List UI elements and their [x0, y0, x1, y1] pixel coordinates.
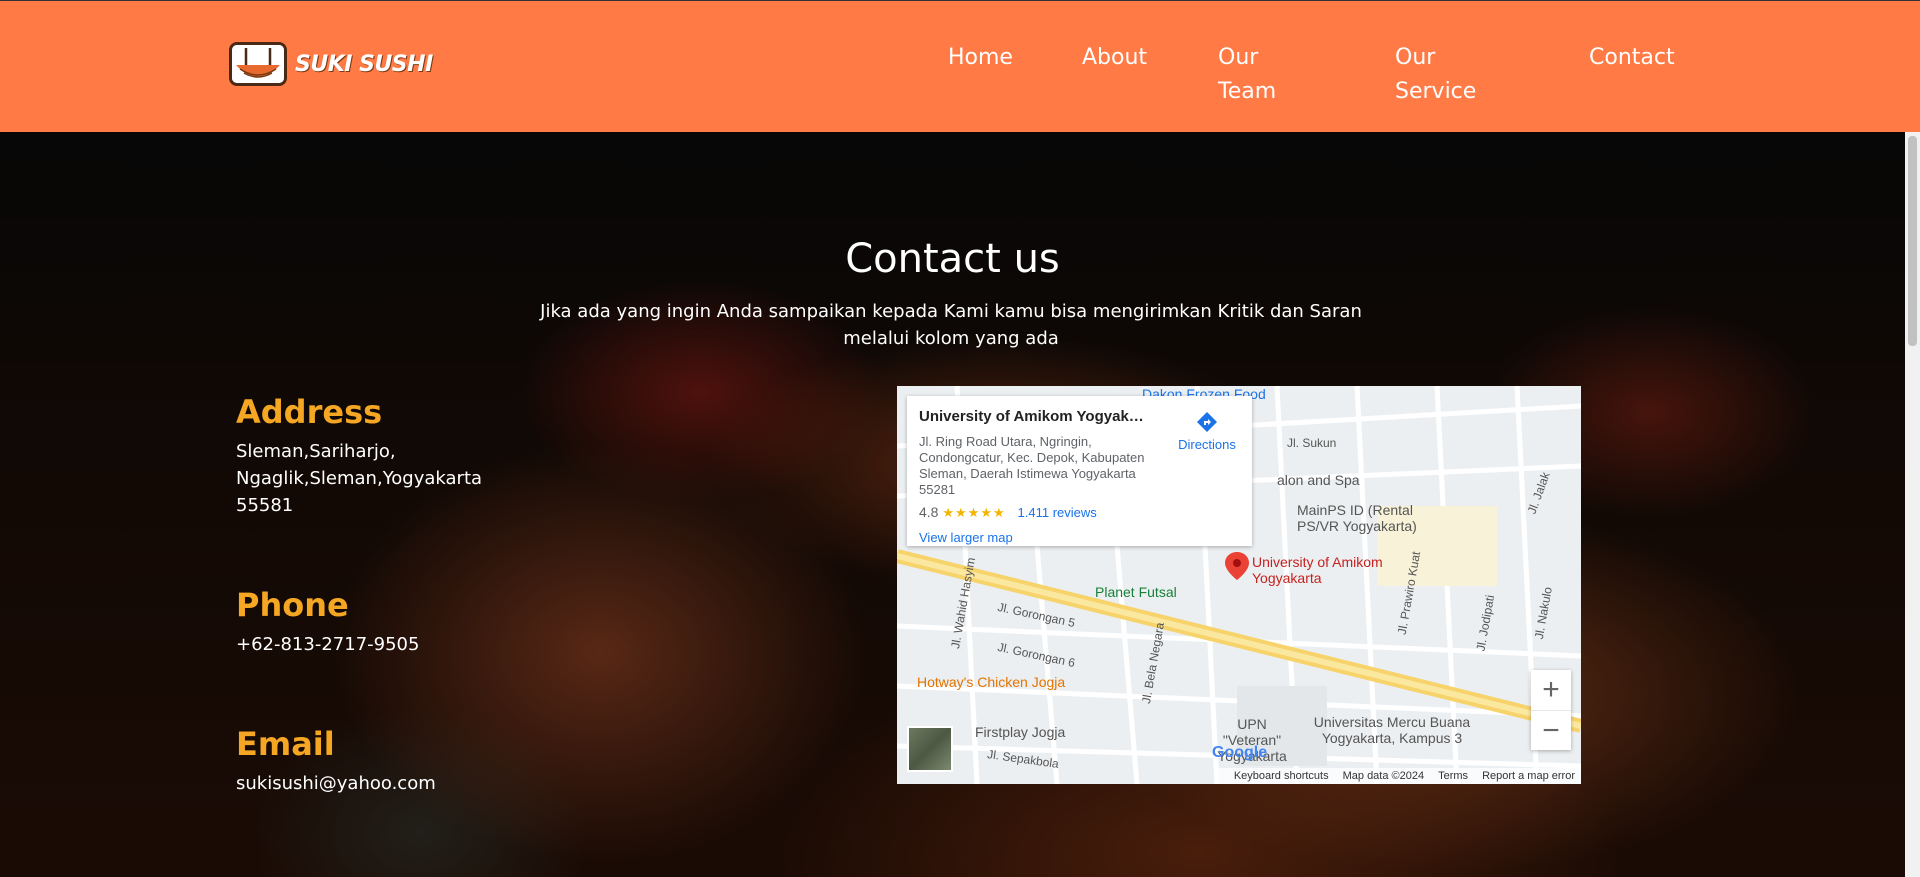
report-map-error-link[interactable]: Report a map error [1482, 768, 1575, 784]
nav-our-service[interactable]: Our Service [1395, 41, 1476, 109]
place-planet-futsal[interactable]: Planet Futsal [1095, 584, 1177, 600]
scrollbar-thumb[interactable] [1908, 136, 1917, 346]
map-place-address: Jl. Ring Road Utara, Ngringin, Condongca… [919, 434, 1145, 497]
nav-our-team[interactable]: Our Team [1218, 41, 1276, 109]
map-rating-value: 4.8 [919, 504, 939, 520]
phone-section: Phone +62-813-2717-9505 [236, 585, 496, 658]
keyboard-shortcuts-link[interactable]: Keyboard shortcuts [1234, 768, 1329, 784]
brand-name: SUKI SUSHI [295, 51, 433, 77]
nav-about[interactable]: About [1082, 41, 1147, 75]
place-firstplay[interactable]: Firstplay Jogja [975, 724, 1065, 740]
page-subtitle: Jika ada yang ingin Anda sampaikan kepad… [540, 301, 1362, 349]
map-reviews-link[interactable]: 1.411 reviews [1018, 505, 1097, 520]
map-place-card: University of Amikom Yogyak… Jl. Ring Ro… [907, 396, 1252, 546]
place-mercu-buana[interactable]: Universitas Mercu Buana Yogyakarta, Kamp… [1307, 714, 1477, 746]
place-salon[interactable]: alon and Spa [1277, 472, 1360, 488]
location-pin-icon[interactable] [1225, 552, 1249, 580]
email-heading: Email [236, 725, 335, 763]
phone-heading: Phone [236, 586, 349, 624]
directions-button[interactable]: Directions [1167, 410, 1247, 452]
nav-contact[interactable]: Contact [1589, 41, 1675, 75]
zoom-out-button[interactable]: − [1531, 710, 1571, 751]
google-logo: Google [1212, 744, 1268, 761]
page-title: Contact us [845, 236, 1060, 282]
road-sukun: Jl. Sukun [1287, 436, 1337, 450]
view-larger-map-link[interactable]: View larger map [919, 530, 1013, 545]
place-mainps[interactable]: MainPS ID (Rental PS/VR Yogyakarta) [1297, 502, 1447, 534]
rating-stars-icon: ★★★★★ [942, 505, 1006, 520]
address-value: Sleman,Sariharjo, Ngaglik,Sleman,Yogyaka… [236, 441, 483, 516]
header-navbar: SUKI SUSHI Home About Our Team Our Servi… [0, 0, 1920, 132]
map-data-attribution: Map data ©2024 [1342, 770, 1425, 782]
satellite-view-toggle[interactable] [907, 726, 953, 772]
map-pin-label[interactable]: University of Amikom Yogyakarta [1252, 554, 1412, 586]
directions-label: Directions [1178, 437, 1236, 452]
nav-home[interactable]: Home [948, 41, 1013, 75]
address-heading: Address [236, 393, 383, 431]
brand-logo[interactable]: SUKI SUSHI [229, 41, 433, 87]
address-section: Address Sleman,Sariharjo, Ngaglik,Sleman… [236, 392, 496, 519]
directions-icon [1167, 410, 1247, 437]
place-hotway[interactable]: Hotway's Chicken Jogja [917, 674, 1065, 690]
page-scrollbar[interactable] [1905, 132, 1920, 877]
map-rating: 4.8 ★★★★★ 1.411 reviews [919, 504, 1097, 521]
map-footer: Keyboard shortcuts Map data ©2024 Terms … [1217, 768, 1581, 784]
google-map-embed[interactable]: Dakon Frozen Food alon and Spa MainPS ID… [897, 386, 1581, 784]
map-place-name: University of Amikom Yogyak… [919, 408, 1144, 425]
map-zoom-controls: + − [1531, 670, 1571, 750]
sushi-bowl-icon [229, 42, 287, 86]
terms-link[interactable]: Terms [1438, 768, 1468, 784]
email-section: Email sukisushi@yahoo.com [236, 724, 496, 797]
email-value: sukisushi@yahoo.com [236, 773, 436, 794]
zoom-in-button[interactable]: + [1531, 670, 1571, 710]
phone-value: +62-813-2717-9505 [236, 634, 420, 655]
